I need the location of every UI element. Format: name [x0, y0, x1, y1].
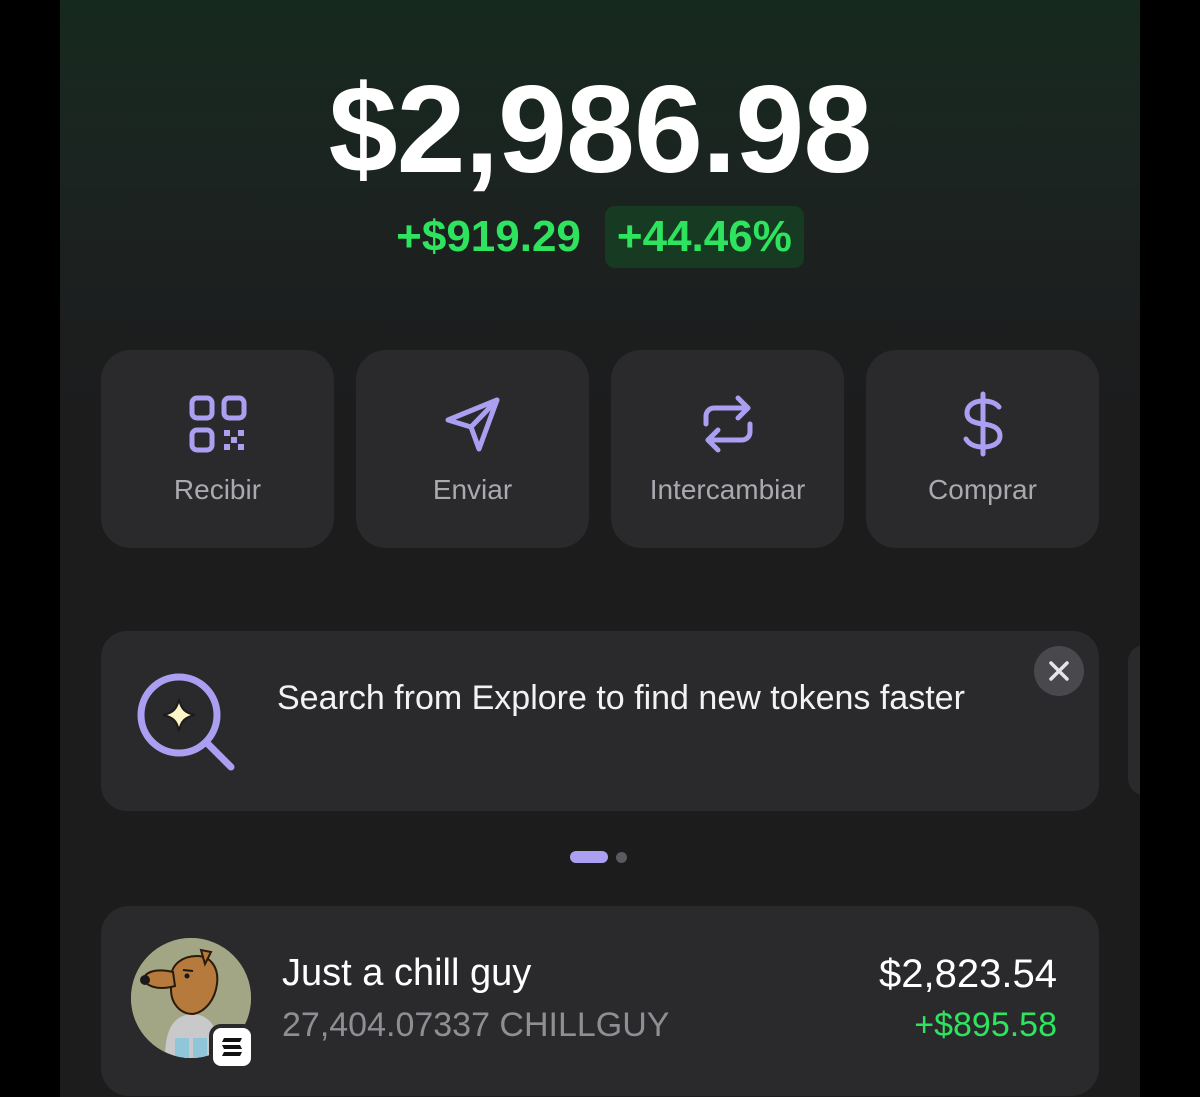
portfolio-balance: $2,986.98 — [328, 61, 873, 199]
receive-label: Recibir — [173, 474, 262, 505]
portfolio-change-amount: +$919.29 — [396, 212, 581, 261]
pagination-dot-active[interactable] — [570, 851, 608, 863]
explore-banner-text: Search from Explore to find new tokens f… — [277, 679, 965, 717]
search-sparkle-icon — [135, 671, 239, 775]
pagination-dot[interactable] — [616, 851, 627, 863]
swap-icon — [696, 392, 760, 456]
buy-button[interactable]: Comprar — [866, 350, 1099, 548]
token-change: +$895.58 — [914, 1006, 1057, 1044]
explore-banner[interactable]: Search from Explore to find new tokens f… — [101, 631, 1099, 811]
close-banner-button[interactable] — [1034, 646, 1084, 696]
action-buttons: Recibir Enviar Intercambiar Comprar — [101, 350, 1099, 548]
next-banner-peek[interactable] — [1128, 645, 1140, 795]
token-value: $2,823.54 — [879, 952, 1057, 996]
close-icon — [1049, 661, 1069, 681]
send-label: Enviar — [432, 474, 513, 505]
banner-pagination — [570, 851, 627, 863]
swap-button[interactable]: Intercambiar — [611, 350, 844, 548]
receive-button[interactable]: Recibir — [101, 350, 334, 548]
portfolio-change-row: +$919.29 +44.46% — [60, 206, 1140, 268]
swap-label: Intercambiar — [649, 474, 806, 505]
portfolio-change-percent: +44.46% — [604, 206, 804, 268]
send-button[interactable]: Enviar — [356, 350, 589, 548]
qr-code-icon — [186, 392, 250, 456]
solana-icon — [209, 1024, 255, 1070]
token-amount: 27,404.07337 CHILLGUY — [282, 1006, 670, 1044]
wallet-home-screen: $2,986.98 +$919.29 +44.46% Recibir Envia… — [60, 0, 1140, 1097]
send-icon — [441, 392, 505, 456]
dollar-icon — [951, 391, 1015, 457]
buy-label: Comprar — [928, 474, 1037, 505]
token-name: Just a chill guy — [282, 952, 532, 994]
token-row[interactable]: Just a chill guy 27,404.07337 CHILLGUY $… — [101, 906, 1099, 1096]
